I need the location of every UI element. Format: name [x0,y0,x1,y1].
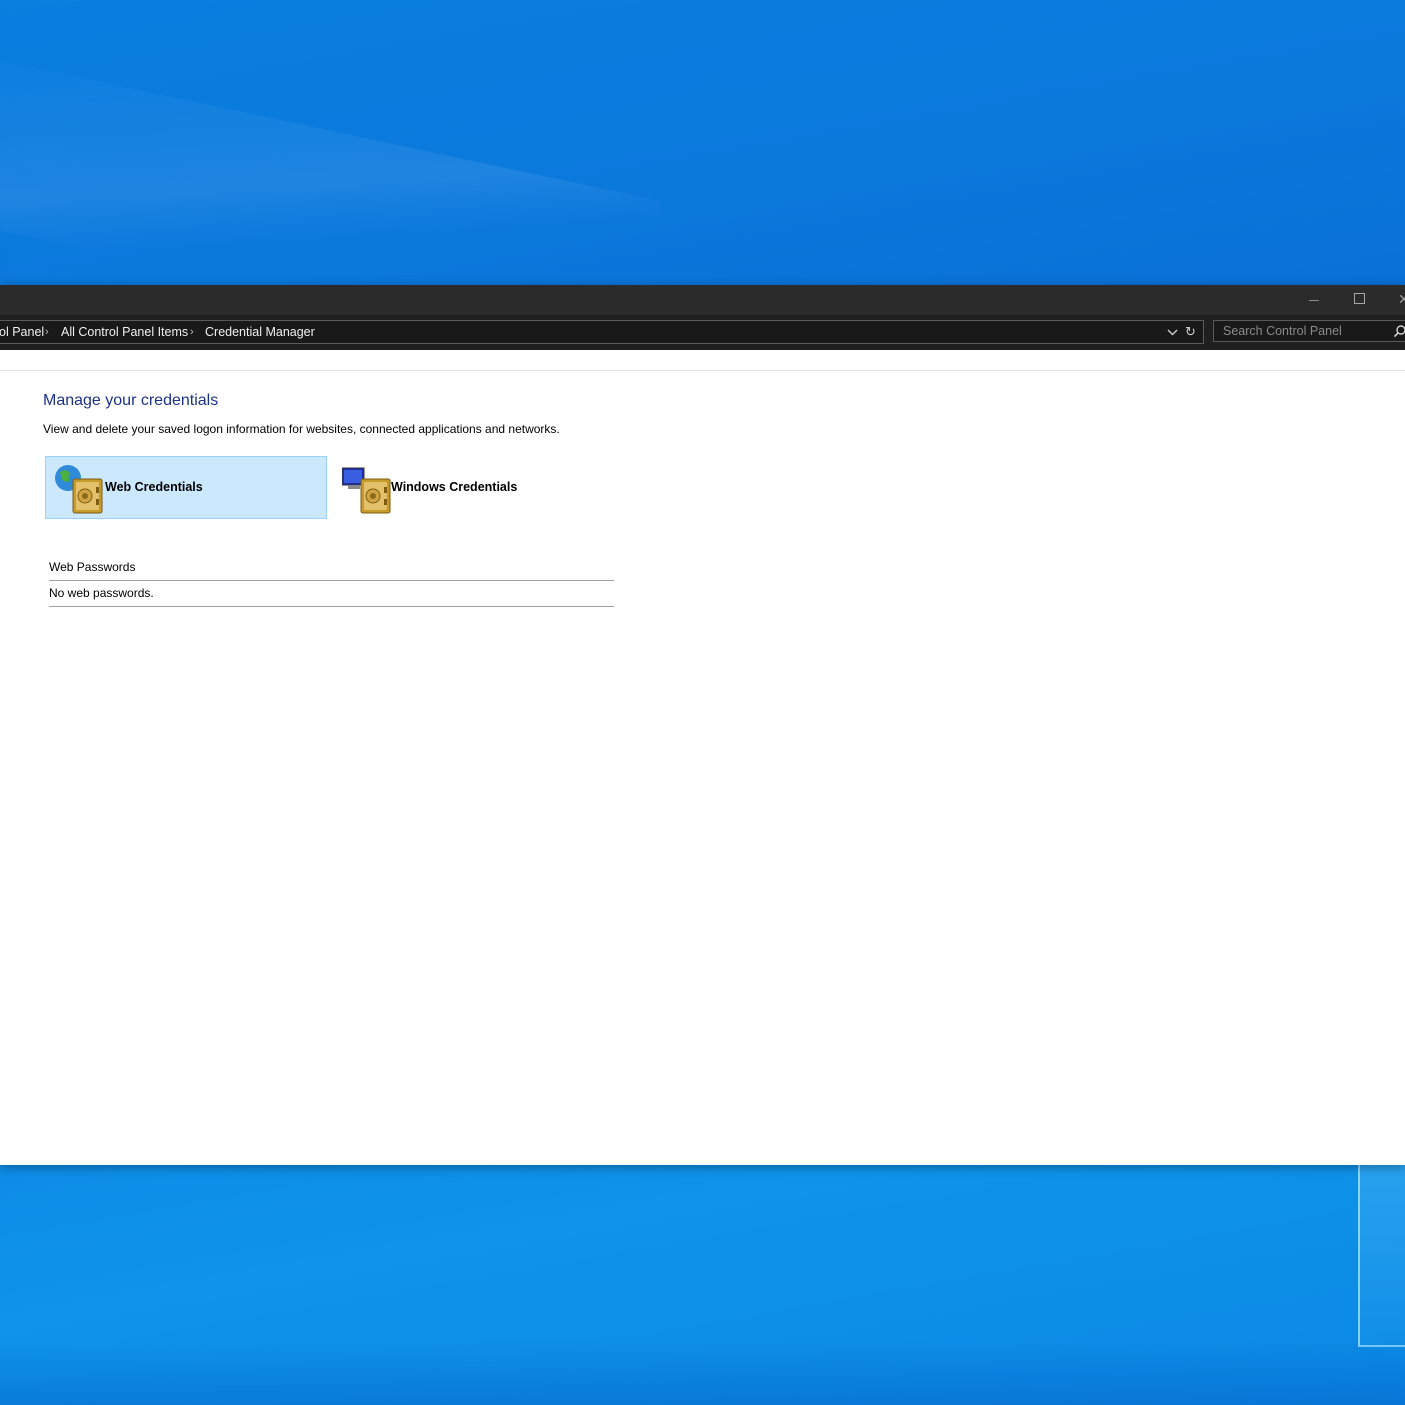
page-description: View and delete your saved logon informa… [43,422,560,436]
breadcrumb-control-panel[interactable]: ol Panel [0,321,44,343]
address-bar[interactable]: ol Panel › All Control Panel Items › Cre… [0,320,1204,344]
refresh-icon[interactable]: ↻ [1185,321,1196,343]
title-bar[interactable]: ✕ [0,285,1405,315]
page-title: Manage your credentials [43,392,219,409]
breadcrumb-all-control-panel-items[interactable]: All Control Panel Items [61,321,188,343]
command-strip [0,350,1405,371]
navigation-row: ol Panel › All Control Panel Items › Cre… [0,315,1405,350]
breadcrumb-credential-manager[interactable]: Credential Manager [205,321,315,343]
credential-manager-window: ✕ ol Panel › All Control Panel Items › C… [0,285,1405,1165]
web-passwords-section-header: Web Passwords [49,560,614,581]
windows-credentials-vault-icon [341,463,394,515]
desktop-wallpaper-light-edge [1358,1165,1405,1347]
windows-credentials-label: Windows Credentials [391,480,518,494]
breadcrumb-separator-icon[interactable]: › [45,321,49,343]
maximize-button[interactable] [1336,285,1382,315]
search-icon[interactable] [1393,324,1405,338]
desktop-wallpaper-floor [0,1340,1405,1405]
close-button[interactable]: ✕ [1382,285,1405,315]
minimize-icon [1309,299,1319,301]
search-input[interactable]: Search Control Panel [1213,320,1405,342]
close-icon: ✕ [1398,292,1405,308]
web-credentials-label: Web Credentials [105,480,203,494]
web-credentials-vault-icon [54,463,106,515]
web-passwords-empty-message: No web passwords. [49,586,614,607]
windows-credentials-tile[interactable]: Windows Credentials [333,456,573,519]
address-history-dropdown-icon[interactable] [1167,321,1178,351]
web-credentials-tile[interactable]: Web Credentials [45,456,327,519]
maximize-icon [1353,293,1365,304]
minimize-button[interactable] [1291,285,1337,315]
breadcrumb-separator-icon[interactable]: › [190,321,194,343]
